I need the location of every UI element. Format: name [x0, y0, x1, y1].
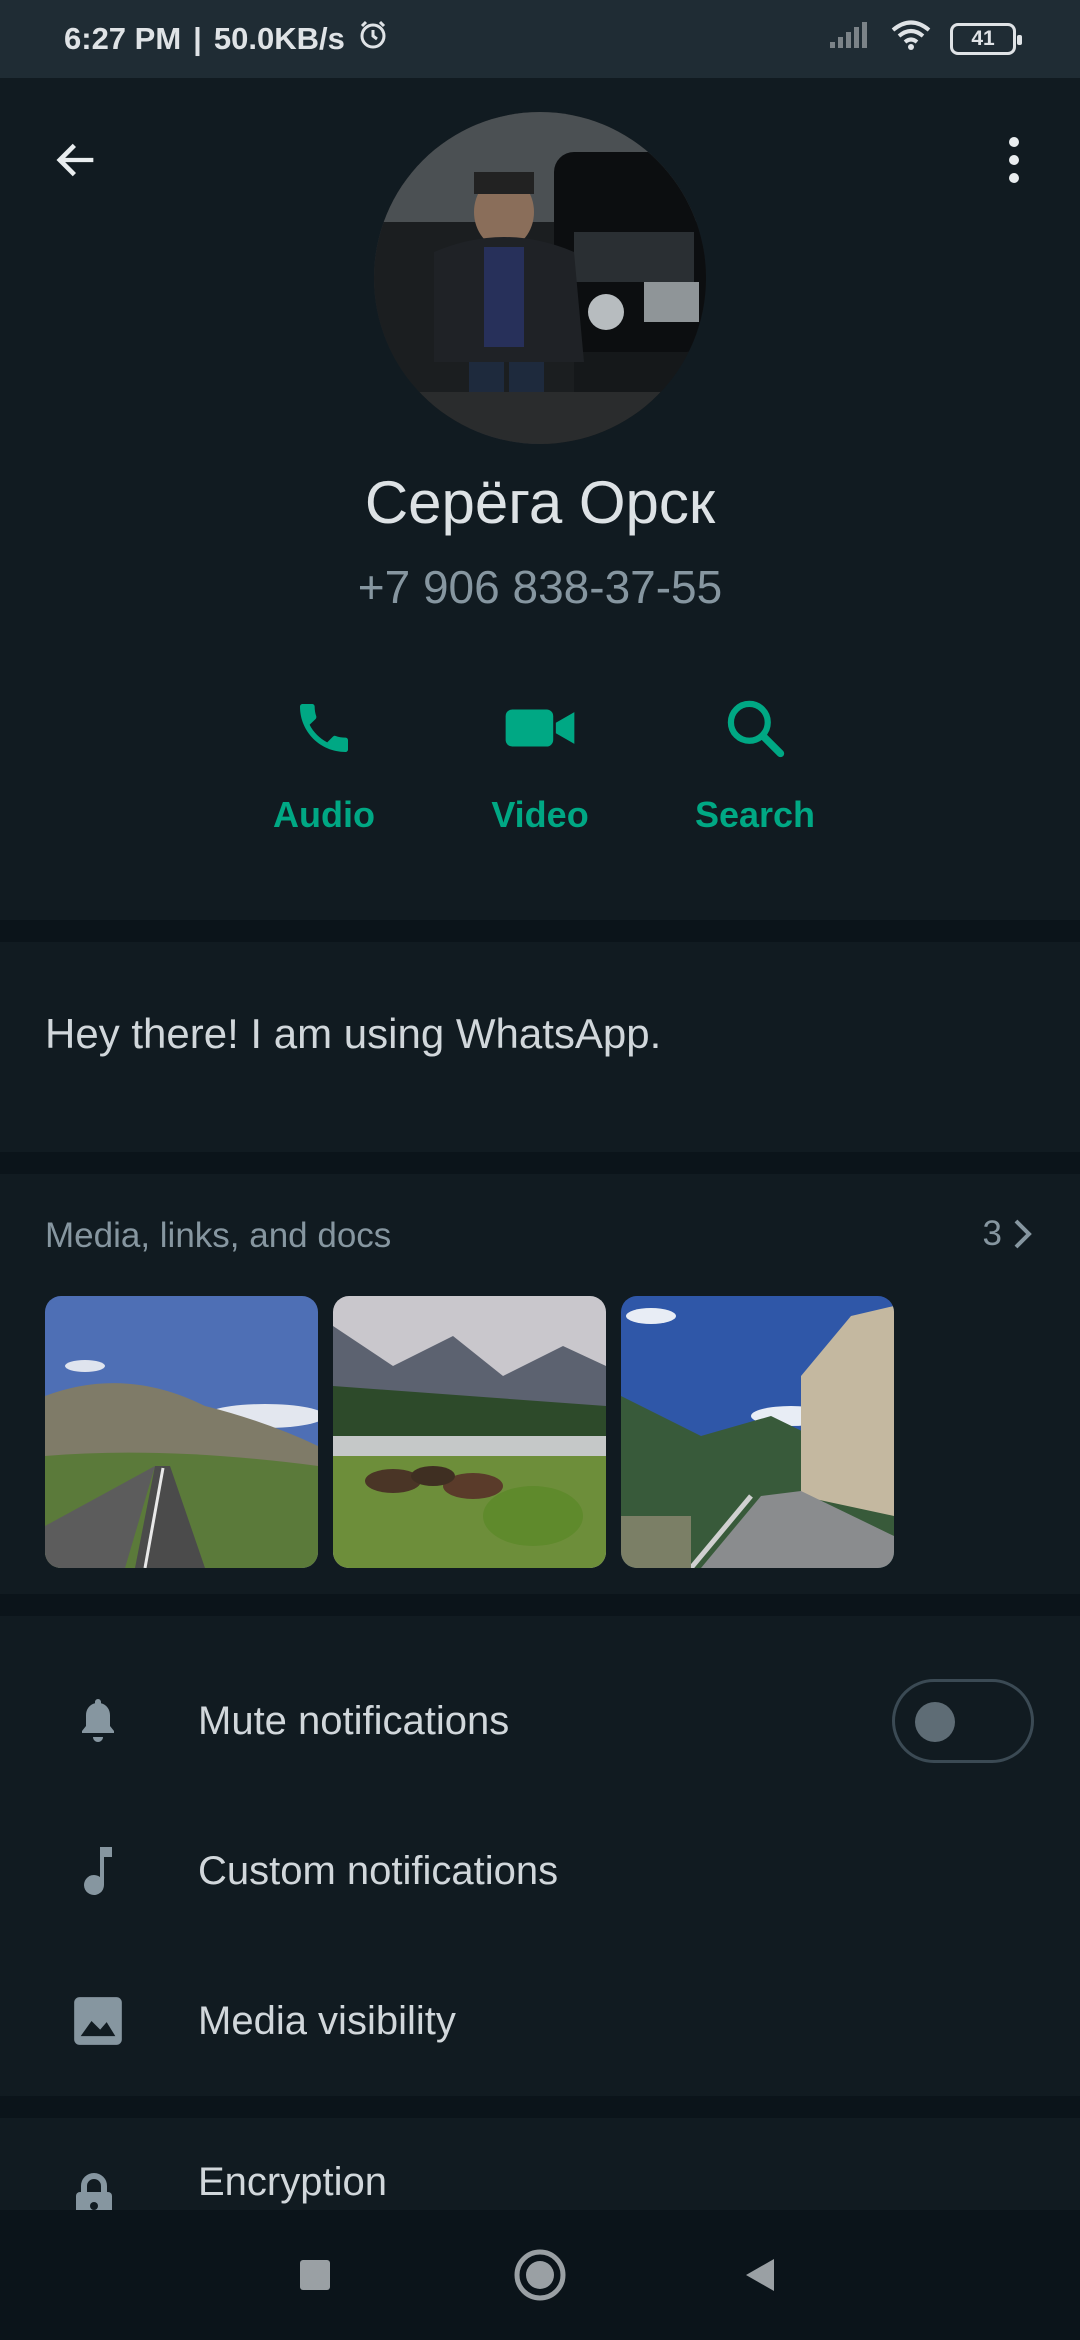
more-options-button[interactable] — [982, 128, 1046, 192]
mountain-road-photo — [621, 1296, 894, 1568]
horses-photo — [333, 1296, 606, 1568]
image-icon — [70, 1993, 126, 2049]
avatar-photo — [374, 112, 706, 444]
status-bar: 6:27 PM | 50.0KB/s 41 — [0, 0, 1080, 78]
media-thumbnail[interactable] — [45, 1296, 318, 1568]
encryption-row[interactable]: Encryption — [0, 2118, 1080, 2210]
video-call-button[interactable]: Video — [445, 688, 635, 858]
section-divider — [0, 1594, 1080, 1616]
contact-phone[interactable]: +7 906 838-37-55 — [0, 560, 1080, 614]
media-thumbnail[interactable] — [333, 1296, 606, 1568]
circle-icon — [514, 2249, 566, 2301]
home-button[interactable] — [505, 2240, 575, 2310]
custom-notifications-row[interactable]: Custom notifications — [0, 1796, 1080, 1946]
phone-icon — [284, 688, 364, 768]
audio-label: Audio — [273, 794, 375, 835]
status-right: 41 — [828, 19, 1022, 59]
contact-name: Серёга Орск — [364, 469, 716, 536]
wifi-icon — [890, 19, 932, 59]
avatar[interactable] — [374, 112, 706, 444]
system-navigation-bar — [0, 2210, 1080, 2340]
encryption-label: Encryption — [198, 2160, 387, 2204]
media-count-link[interactable]: 3 — [983, 1214, 1034, 1254]
lock-icon — [70, 2170, 126, 2210]
road-photo — [45, 1296, 318, 1568]
recents-button[interactable] — [280, 2240, 350, 2310]
mute-notifications-row[interactable]: Mute notifications — [0, 1646, 1080, 1796]
section-divider — [0, 920, 1080, 942]
status-separator: | — [193, 21, 202, 56]
about-text: Hey there! I am using WhatsApp. — [45, 1010, 662, 1057]
triangle-left-icon — [746, 2259, 774, 2291]
media-visibility-row[interactable]: Media visibility — [0, 1946, 1080, 2096]
video-icon — [500, 688, 580, 768]
chevron-right-icon — [1014, 1219, 1032, 1249]
custom-notifications-label: Custom notifications — [198, 1848, 559, 1893]
profile-header: Серёга Орск +7 906 838-37-55 Audio Video… — [0, 78, 1080, 920]
status-net-speed: 50.0KB/s — [213, 21, 345, 56]
search-button[interactable]: Search — [660, 688, 850, 858]
status-left: 6:27 PM | 50.0KB/s — [64, 19, 389, 59]
section-divider — [0, 2096, 1080, 2118]
mute-toggle[interactable] — [892, 1679, 1034, 1763]
signal-icon — [828, 20, 872, 58]
action-buttons: Audio Video Search — [0, 688, 1080, 858]
mute-notifications-label: Mute notifications — [198, 1698, 510, 1743]
media-thumbnail[interactable] — [621, 1296, 894, 1568]
battery-icon: 41 — [950, 23, 1022, 55]
section-divider — [0, 1152, 1080, 1174]
media-section: Media, links, and docs 3 — [0, 1174, 1080, 1594]
more-vertical-icon — [1009, 137, 1019, 183]
media-count: 3 — [982, 1214, 1002, 1253]
music-note-icon — [70, 1843, 126, 1899]
contact-info-screen: 6:27 PM | 50.0KB/s 41 Серёга Орск +7 906… — [0, 0, 1080, 2340]
back-button[interactable] — [44, 128, 108, 192]
audio-call-button[interactable]: Audio — [229, 688, 419, 858]
media-title[interactable]: Media, links, and docs — [45, 1216, 391, 1256]
video-label: Video — [491, 794, 589, 835]
toggle-knob — [915, 1702, 955, 1742]
bell-icon — [70, 1693, 126, 1749]
status-time: 6:27 PM — [64, 21, 182, 56]
square-icon — [300, 2260, 330, 2290]
notification-settings: Mute notifications Custom notifications … — [0, 1616, 1080, 2096]
media-visibility-label: Media visibility — [198, 1998, 456, 2043]
arrow-left-icon — [56, 143, 94, 177]
back-nav-button[interactable] — [725, 2240, 795, 2310]
alarm-icon — [357, 19, 389, 59]
battery-level: 41 — [971, 27, 995, 50]
search-icon — [715, 688, 795, 768]
search-label: Search — [694, 794, 816, 835]
about-section[interactable]: Hey there! I am using WhatsApp. — [0, 942, 1080, 1152]
